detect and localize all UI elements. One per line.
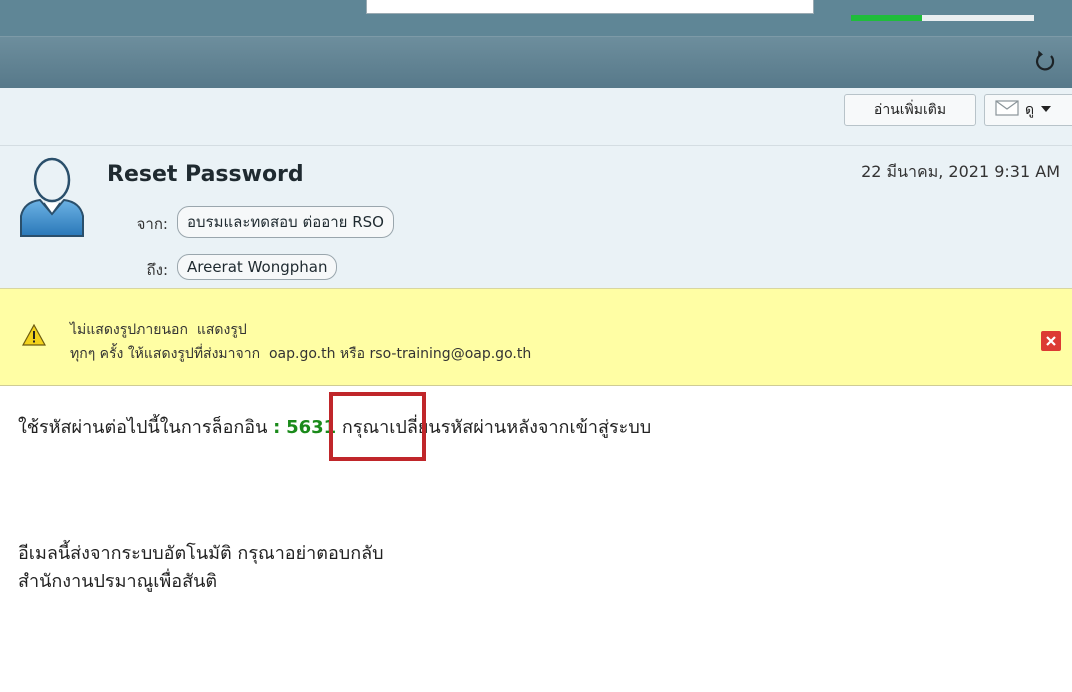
sender-organization: สำนักงานปรมาณูเพื่อสันติ xyxy=(18,571,218,592)
from-label: จาก: xyxy=(136,215,168,233)
read-more-label: อ่านเพิ่มเติม xyxy=(873,102,947,118)
show-images-link[interactable]: แสดงรูป xyxy=(197,322,247,338)
instruction-before: ใช้รหัสผ่านต่อไปนี้ในการล็อกอิน xyxy=(18,417,268,438)
view-dropdown-button[interactable]: ดู xyxy=(984,94,1072,126)
progress-fill xyxy=(851,15,923,21)
sender-domain-link[interactable]: oap.go.th xyxy=(269,346,336,362)
mail-toolbar xyxy=(0,36,1072,88)
always-show-text: ทุกๆ ครั้ง ให้แสดงรูปที่ส่งมาจาก xyxy=(70,346,261,362)
progress-bar xyxy=(851,15,1034,21)
hidden-images-text: ไม่แสดงรูปภายนอก xyxy=(70,322,188,338)
warning-line-1: ไม่แสดงรูปภายนอก แสดงรูป xyxy=(70,319,247,341)
envelope-icon xyxy=(995,100,1019,120)
warning-line-2: ทุกๆ ครั้ง ให้แสดงรูปที่ส่งมาจาก oap.go.… xyxy=(70,343,531,365)
message-date: 22 มีนาคม, 2021 9:31 AM xyxy=(861,162,1060,181)
user-avatar-icon xyxy=(18,156,86,238)
code-separator: : xyxy=(273,417,281,438)
sender-pill[interactable]: อบรมและทดสอบ ต่ออาย RSO xyxy=(177,206,394,238)
or-text: หรือ xyxy=(339,346,366,362)
sender-email-link[interactable]: rso-training@oap.go.th xyxy=(370,346,532,362)
read-more-button[interactable]: อ่านเพิ่มเติม xyxy=(844,94,976,126)
top-bar xyxy=(0,0,1072,36)
message-header: Reset Password 22 มีนาคม, 2021 9:31 AM จ… xyxy=(0,146,1072,288)
search-input[interactable] xyxy=(366,0,814,14)
to-label: ถึง: xyxy=(146,261,168,279)
refresh-icon[interactable] xyxy=(1032,49,1058,75)
chevron-down-icon xyxy=(1040,102,1052,118)
message-action-bar: อ่านเพิ่มเติม ดู xyxy=(0,88,1072,146)
auto-email-notice: อีเมลนี้ส่งจากระบบอัตโนมัติ กรุณาอย่าตอบ… xyxy=(18,543,384,564)
close-icon[interactable] xyxy=(1041,331,1061,351)
external-images-warning: ไม่แสดงรูปภายนอก แสดงรูป ทุกๆ ครั้ง ให้แ… xyxy=(0,288,1072,386)
code-highlight-box xyxy=(329,392,426,461)
warning-icon xyxy=(21,323,47,346)
message-subject: Reset Password xyxy=(107,162,304,187)
recipient-pill[interactable]: Areerat Wongphan xyxy=(177,254,338,280)
view-label: ดู xyxy=(1025,102,1035,118)
message-body: ใช้รหัสผ่านต่อไปนี้ในการล็อกอิน : 5631 ก… xyxy=(0,386,1072,692)
